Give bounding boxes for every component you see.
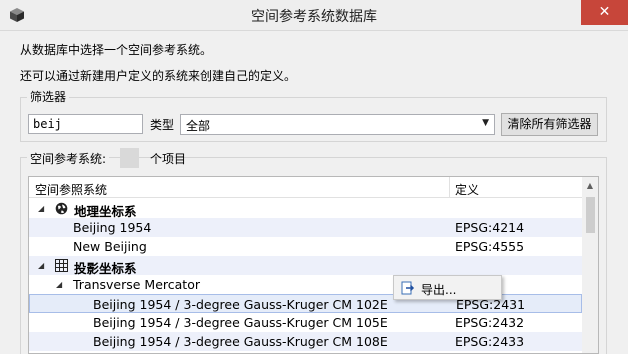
filter-legend: 筛选器 bbox=[27, 88, 70, 105]
collapse-icon[interactable]: ◢ bbox=[38, 261, 44, 270]
table-row[interactable]: Beijing 1954 EPSG:4214 bbox=[29, 218, 582, 237]
column-header-definition[interactable]: 定义 bbox=[455, 181, 479, 198]
clear-filters-button[interactable]: 清除所有筛选器 bbox=[501, 113, 598, 136]
tree-header: 空间参照系统 定义 bbox=[29, 177, 598, 198]
chevron-down-icon: ▼ bbox=[482, 118, 489, 128]
row-name: Beijing 1954 / 3-degree Gauss-Kruger CM … bbox=[93, 315, 388, 330]
row-definition: EPSG:2432 bbox=[455, 315, 525, 330]
type-label: 类型 bbox=[150, 118, 175, 132]
context-menu: 导出... bbox=[393, 275, 502, 300]
tree-group-geographic[interactable]: ◢ 地理坐标系 bbox=[29, 199, 582, 219]
srs-legend: 空间参考系统: bbox=[27, 150, 110, 167]
row-definition: EPSG:4214 bbox=[455, 220, 525, 235]
row-name: Beijing 1954 / 3-degree Gauss-Kruger CM … bbox=[93, 334, 388, 349]
tree-group-projected[interactable]: ◢ 投影坐标系 bbox=[29, 256, 582, 276]
scroll-up-arrow-icon[interactable]: ▲ bbox=[582, 178, 598, 194]
collapse-icon[interactable]: ◢ bbox=[56, 280, 62, 289]
row-definition: EPSG:4555 bbox=[455, 239, 525, 254]
table-row[interactable]: Beijing 1954 / 3-degree Gauss-Kruger CM … bbox=[29, 332, 582, 351]
intro-text-1: 从数据库中选择一个空间参考系统。 bbox=[20, 43, 213, 57]
row-definition: EPSG:2433 bbox=[455, 334, 525, 349]
globe-icon bbox=[55, 202, 68, 215]
tree-subgroup-label: Transverse Mercator bbox=[73, 277, 200, 292]
title-bar: 空间参考系统数据库 ✕ bbox=[0, 0, 628, 31]
type-dropdown[interactable]: 全部 ▼ bbox=[180, 114, 495, 135]
row-name: Beijing 1954 bbox=[73, 220, 152, 235]
row-name: New Beijing bbox=[73, 239, 147, 254]
grid-icon bbox=[55, 259, 68, 272]
column-divider[interactable] bbox=[449, 177, 450, 198]
collapse-icon[interactable]: ◢ bbox=[38, 204, 44, 213]
export-menu-item[interactable]: 导出... bbox=[421, 281, 456, 298]
vertical-scrollbar[interactable]: ▲ bbox=[582, 177, 598, 353]
type-dropdown-value: 全部 bbox=[186, 119, 211, 133]
item-count-label: 个项目 bbox=[150, 152, 187, 166]
table-row[interactable]: New Beijing EPSG:4555 bbox=[29, 237, 582, 256]
window-title: 空间参考系统数据库 bbox=[251, 9, 377, 25]
search-input[interactable]: beij bbox=[28, 114, 143, 134]
export-icon bbox=[401, 281, 415, 295]
item-count-box bbox=[120, 148, 139, 168]
close-button[interactable]: ✕ bbox=[581, 0, 628, 25]
scrollbar-thumb[interactable] bbox=[586, 197, 595, 233]
column-header-name[interactable]: 空间参照系统 bbox=[35, 181, 107, 198]
table-row[interactable]: Beijing 1954 / 3-degree Gauss-Kruger CM … bbox=[29, 313, 582, 332]
intro-text-2: 还可以通过新建用户定义的系统来创建自己的定义。 bbox=[20, 69, 297, 83]
srs-tree[interactable]: 空间参照系统 定义 ◢ 地理坐标系 Beijing 1954 EPSG:4214… bbox=[28, 176, 599, 354]
row-name: Beijing 1954 / 3-degree Gauss-Kruger CM … bbox=[93, 297, 388, 312]
